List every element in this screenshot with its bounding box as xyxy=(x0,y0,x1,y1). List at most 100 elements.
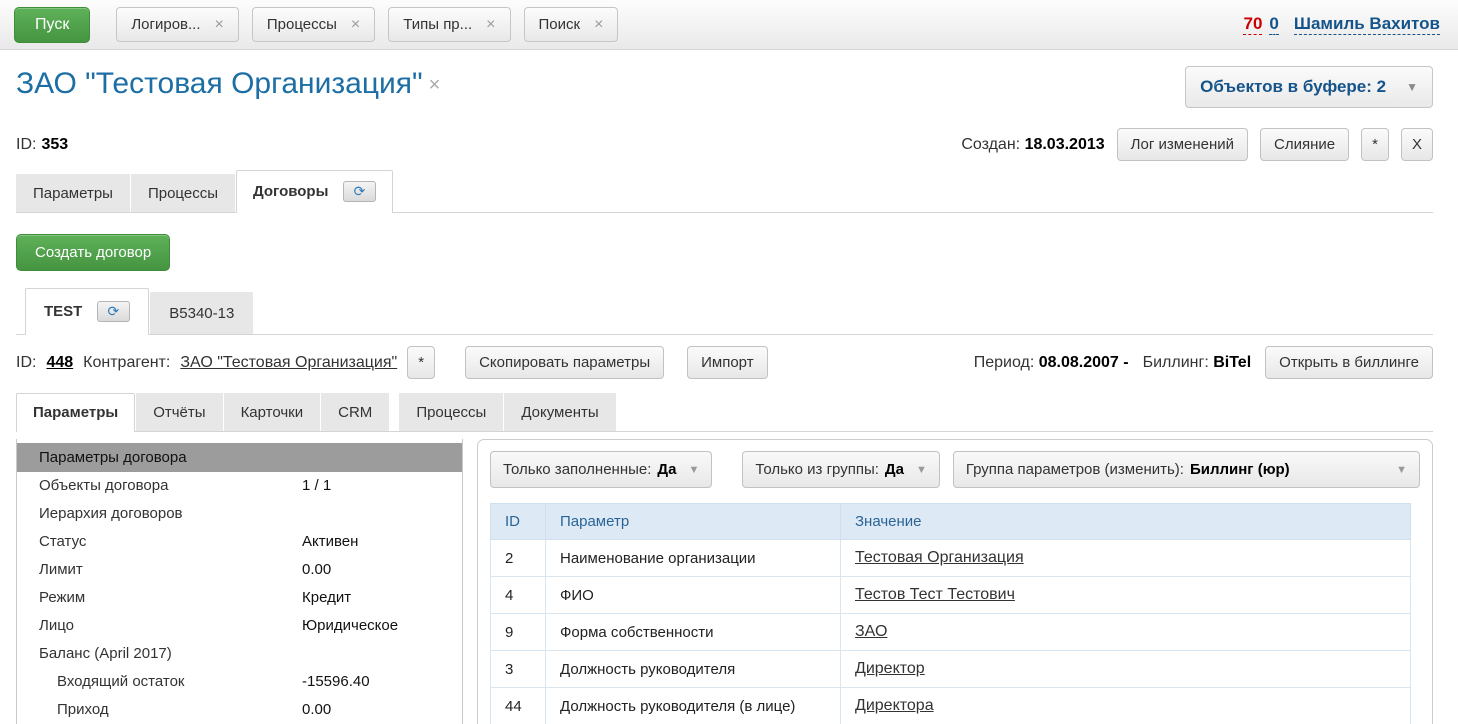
topbar-right: 70 0 Шамиль Вахитов xyxy=(1243,14,1440,35)
summary-label: Баланс (April 2017) xyxy=(39,644,302,664)
object-tabbar: Параметры Процессы Договоры ⟳ xyxy=(16,170,1433,213)
tab-contract-test[interactable]: TEST ⟳ xyxy=(25,288,149,335)
summary-label: Иерархия договоров xyxy=(39,504,302,524)
tab-processes[interactable]: Процессы xyxy=(131,174,235,212)
close-icon[interactable]: × xyxy=(215,17,224,33)
billing-text: Биллинг: BiTel xyxy=(1143,354,1252,372)
summary-label: Лимит xyxy=(39,560,302,580)
column-header-value: Значение xyxy=(841,504,1411,540)
param-name: Должность руководителя (в лице) xyxy=(546,688,841,724)
import-button[interactable]: Импорт xyxy=(687,346,767,379)
refresh-icon[interactable]: ⟳ xyxy=(97,301,131,322)
tab-label: CRM xyxy=(338,404,372,421)
chevron-down-icon: ▼ xyxy=(1406,80,1418,94)
tab-contracts[interactable]: Договоры ⟳ xyxy=(236,170,393,213)
change-log-button[interactable]: Лог изменений xyxy=(1117,128,1248,161)
parameters-table: ID Параметр Значение 2 Наименование орга… xyxy=(490,503,1411,724)
tab-section-parameters[interactable]: Параметры xyxy=(16,393,135,432)
summary-panel-header: Параметры договора xyxy=(17,443,462,472)
close-object-button[interactable]: X xyxy=(1401,128,1433,161)
param-value-link[interactable]: Директор xyxy=(855,660,925,677)
copy-params-button[interactable]: Скопировать параметры xyxy=(465,346,664,379)
created-date: Создан: 18.03.2013 xyxy=(961,136,1104,154)
filter-label: Только заполненные: xyxy=(503,461,651,478)
summary-row: Входящий остаток -15596.40 xyxy=(17,668,462,696)
param-id: 3 xyxy=(491,651,546,688)
filter-label: Только из группы: xyxy=(755,461,879,478)
tab-label: Параметры xyxy=(33,404,118,421)
refresh-icon[interactable]: ⟳ xyxy=(343,181,377,202)
filter-value: Биллинг (юр) xyxy=(1190,461,1290,478)
param-id: 4 xyxy=(491,577,546,614)
contract-id-link[interactable]: 448 xyxy=(46,354,73,372)
close-icon[interactable]: × xyxy=(429,74,441,97)
window-tab-processes[interactable]: Процессы × xyxy=(252,7,375,42)
window-tab-label: Процессы xyxy=(267,16,337,33)
period-value: 08.08.2007 - xyxy=(1039,354,1129,371)
contract-star-button[interactable]: * xyxy=(407,346,435,379)
blue-counter[interactable]: 0 xyxy=(1269,14,1278,35)
window-tab-search[interactable]: Поиск × xyxy=(524,7,619,42)
close-icon[interactable]: × xyxy=(351,17,360,33)
star-button[interactable]: * xyxy=(1361,128,1389,161)
start-button[interactable]: Пуск xyxy=(14,7,90,43)
summary-row: Лимит 0.00 xyxy=(17,556,462,584)
tab-label: Параметры xyxy=(33,185,113,202)
window-tab-label: Логиров... xyxy=(131,16,200,33)
window-tab-product-types[interactable]: Типы пр... × xyxy=(388,7,510,42)
summary-row: Режим Кредит xyxy=(17,584,462,612)
filter-param-group-dropdown[interactable]: Группа параметров (изменить): Биллинг (ю… xyxy=(953,451,1420,488)
chevron-down-icon: ▼ xyxy=(1396,464,1407,476)
current-user-link[interactable]: Шамиль Вахитов xyxy=(1294,14,1440,35)
filter-label: Группа параметров (изменить): xyxy=(966,461,1184,478)
filter-group-only-dropdown[interactable]: Только из группы: Да ▼ xyxy=(742,451,940,488)
billing-value: BiTel xyxy=(1213,354,1251,371)
tab-section-crm[interactable]: CRM xyxy=(321,393,389,431)
summary-row: Баланс (April 2017) xyxy=(17,640,462,668)
summary-label: Лицо xyxy=(39,616,302,636)
chevron-down-icon: ▼ xyxy=(688,464,699,476)
summary-value: 1 / 1 xyxy=(302,476,331,496)
summary-value: 0.00 xyxy=(302,700,331,720)
param-value-link[interactable]: Тестов Тест Тестович xyxy=(855,586,1015,603)
tab-label: Договоры xyxy=(253,183,328,200)
tab-section-cards[interactable]: Карточки xyxy=(224,393,321,431)
param-id: 44 xyxy=(491,688,546,724)
summary-label: Объекты договора xyxy=(39,476,302,496)
summary-label: Входящий остаток xyxy=(39,672,302,692)
buffer-dropdown-label: Объектов в буфере: 2 xyxy=(1200,77,1386,97)
summary-value: 0.00 xyxy=(302,560,331,580)
table-row: 4 ФИО Тестов Тест Тестович xyxy=(491,577,1411,614)
contract-id-label: ID: xyxy=(16,354,36,372)
contragent-link[interactable]: ЗАО "Тестовая Организация" xyxy=(180,354,397,372)
column-header-param: Параметр xyxy=(546,504,841,540)
close-icon[interactable]: × xyxy=(594,17,603,33)
param-name: ФИО xyxy=(546,577,841,614)
merge-button[interactable]: Слияние xyxy=(1260,128,1349,161)
param-value-link[interactable]: Директора xyxy=(855,697,934,714)
open-billing-button[interactable]: Открыть в биллинге xyxy=(1265,346,1433,379)
object-id-value: 353 xyxy=(41,136,68,154)
table-row: 9 Форма собственности ЗАО xyxy=(491,614,1411,651)
param-value-link[interactable]: ЗАО xyxy=(855,623,887,640)
tab-label: Отчёты xyxy=(153,404,205,421)
tab-section-documents[interactable]: Документы xyxy=(504,393,615,431)
red-counter[interactable]: 70 xyxy=(1243,14,1262,35)
param-id: 2 xyxy=(491,540,546,577)
window-tab-logging[interactable]: Логиров... × xyxy=(116,7,239,42)
tab-section-processes[interactable]: Процессы xyxy=(399,393,503,431)
title-row: ЗАО "Тестовая Организация" × Объектов в … xyxy=(16,66,1433,108)
create-contract-button[interactable]: Создать договор xyxy=(16,234,170,271)
filter-value: Да xyxy=(885,461,904,478)
summary-label: Приход xyxy=(39,700,302,720)
filter-filled-dropdown[interactable]: Только заполненные: Да ▼ xyxy=(490,451,712,488)
close-icon[interactable]: × xyxy=(486,17,495,33)
contract-tabbar: TEST ⟳ B5340-13 xyxy=(16,288,1433,335)
summary-value: Юридическое xyxy=(302,616,398,636)
buffer-dropdown[interactable]: Объектов в буфере: 2 ▼ xyxy=(1185,66,1433,108)
tab-contract-b5340[interactable]: B5340-13 xyxy=(150,292,253,334)
tab-parameters[interactable]: Параметры xyxy=(16,174,130,212)
param-value-link[interactable]: Тестовая Организация xyxy=(855,549,1024,566)
tab-section-reports[interactable]: Отчёты xyxy=(136,393,222,431)
contragent-label: Контрагент: xyxy=(83,354,170,372)
